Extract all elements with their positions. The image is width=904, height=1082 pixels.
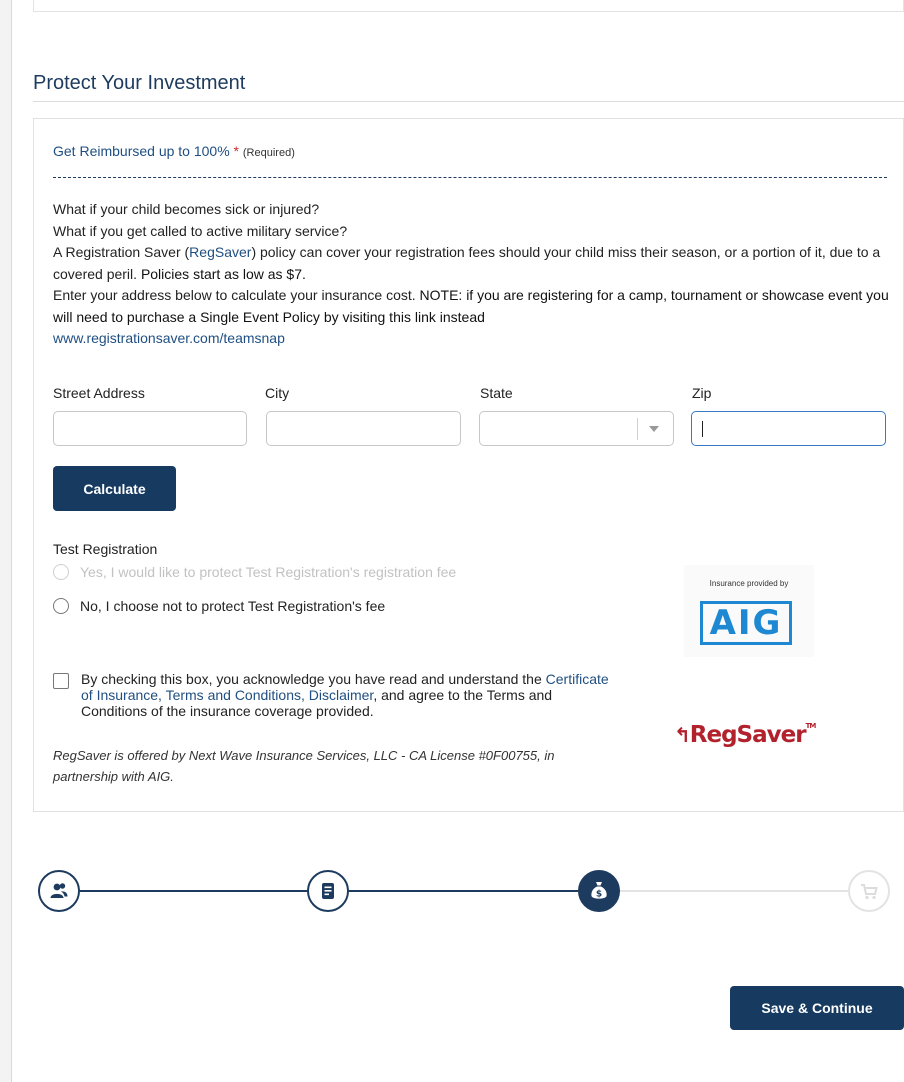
required-star: * xyxy=(233,143,239,159)
policy-paragraph: A Registration Saver (RegSaver) policy c… xyxy=(53,244,881,282)
text-cursor xyxy=(702,421,703,437)
aig-badge: Insurance provided by AIG xyxy=(684,565,814,657)
reimbursement-label: Get Reimbursed up to 100% xyxy=(53,143,230,159)
section-title: Protect Your Investment xyxy=(33,72,246,94)
step-connector xyxy=(620,890,848,892)
regsaver-disclaimer: RegSaver is offered by Next Wave Insuran… xyxy=(53,748,555,784)
state-select[interactable] xyxy=(479,411,674,446)
step-insurance[interactable]: $ xyxy=(578,870,620,912)
protect-no-option[interactable]: No, I choose not to protect Test Registr… xyxy=(53,598,385,614)
no-radio[interactable] xyxy=(53,598,69,614)
previous-section-card xyxy=(33,0,904,12)
regsaver-arrow-icon: ↰ xyxy=(674,723,691,747)
acknowledge-row[interactable]: By checking this box, you acknowledge yo… xyxy=(53,671,613,719)
teamsnap-link[interactable]: www.registrationsaver.com/teamsnap xyxy=(53,330,285,346)
regsaver-link[interactable]: RegSaver xyxy=(189,244,251,260)
calculate-button[interactable]: Calculate xyxy=(53,466,176,511)
insurance-card: Get Reimbursed up to 100% * (Required) W… xyxy=(33,118,904,812)
insurance-description: What if your child becomes sick or injur… xyxy=(53,199,893,350)
yes-radio[interactable] xyxy=(53,564,69,580)
street-input[interactable] xyxy=(53,411,247,446)
regsaver-logo: ↰RegSaverTM xyxy=(674,722,816,748)
step-participants[interactable] xyxy=(38,870,80,912)
acknowledge-text: By checking this box, you acknowledge yo… xyxy=(81,671,609,719)
step-forms[interactable] xyxy=(307,870,349,912)
city-input[interactable] xyxy=(266,411,461,446)
money-bag-icon: $ xyxy=(591,882,607,900)
address-paragraph: Enter your address below to calculate yo… xyxy=(53,287,889,325)
step-connector xyxy=(80,890,307,892)
required-text: (Required) xyxy=(242,147,295,159)
acknowledge-checkbox[interactable] xyxy=(53,673,69,689)
reimbursement-heading: Get Reimbursed up to 100% * (Required) xyxy=(53,143,295,159)
select-divider xyxy=(637,418,638,440)
state-label: State xyxy=(480,385,513,401)
chevron-down-icon[interactable] xyxy=(649,426,659,432)
left-border xyxy=(0,0,12,1082)
zip-input[interactable] xyxy=(691,411,886,446)
svg-text:$: $ xyxy=(596,890,602,900)
protect-yes-option[interactable]: Yes, I would like to protect Test Regist… xyxy=(53,564,456,580)
aig-caption: Insurance provided by xyxy=(709,579,789,588)
document-icon xyxy=(322,883,334,899)
question-military: What if you get called to active militar… xyxy=(53,222,348,239)
zip-label: Zip xyxy=(692,385,712,401)
question-sick: What if your child becomes sick or injur… xyxy=(53,201,320,217)
city-label: City xyxy=(265,385,290,401)
cart-icon xyxy=(861,883,878,899)
section-divider xyxy=(33,101,904,102)
step-connector xyxy=(349,890,578,892)
registration-heading: Test Registration xyxy=(53,541,158,557)
step-checkout[interactable] xyxy=(848,870,890,912)
aig-logo: AIG xyxy=(700,601,792,645)
no-radio-label: No, I choose not to protect Test Registr… xyxy=(80,598,386,614)
street-label: Street Address xyxy=(53,385,145,401)
price-note: Policies start as low as $7. xyxy=(140,265,306,282)
dashed-divider xyxy=(53,177,887,178)
save-continue-button[interactable]: Save & Continue xyxy=(730,986,904,1030)
yes-radio-label: Yes, I would like to protect Test Regist… xyxy=(80,564,457,580)
users-icon xyxy=(50,883,68,898)
